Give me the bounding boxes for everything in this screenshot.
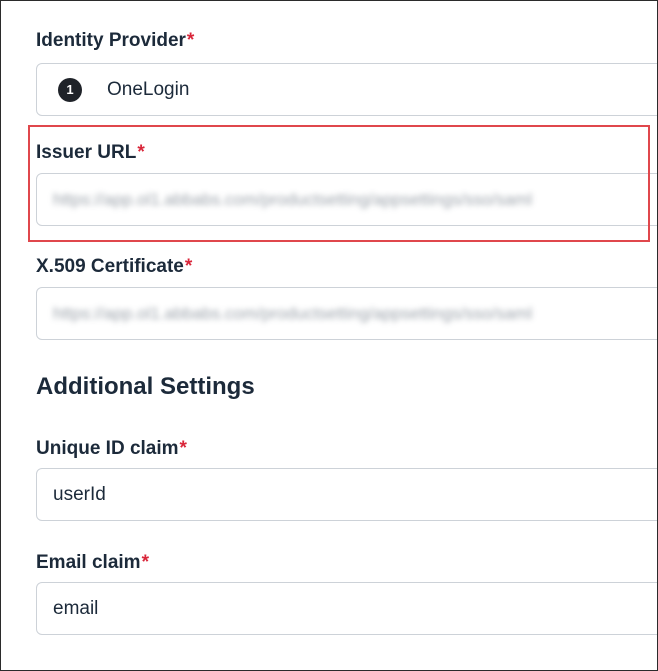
required-asterisk: * <box>137 142 145 163</box>
unique-id-claim-input[interactable]: userId <box>36 468 657 521</box>
email-claim-input[interactable]: email <box>36 582 657 635</box>
required-asterisk: * <box>186 30 195 51</box>
email-claim-value: email <box>53 598 99 619</box>
issuer-url-value: https://app.ol1.abbabs.com/productsettin… <box>53 190 533 209</box>
issuer-url-label: Issuer URL* <box>36 142 145 164</box>
identity-provider-select[interactable]: 1 OneLogin <box>36 63 657 116</box>
additional-settings-heading: Additional Settings <box>36 373 255 400</box>
required-asterisk: * <box>184 256 193 277</box>
unique-id-claim-label: Unique ID claim* <box>36 438 187 460</box>
identity-provider-value: OneLogin <box>107 79 190 100</box>
identity-provider-label: Identity Provider* <box>36 30 194 52</box>
onelogin-logo-icon: 1 <box>58 78 82 102</box>
x509-certificate-input[interactable]: https://app.ol1.abbabs.com/productsettin… <box>36 287 657 340</box>
unique-id-claim-value: userId <box>53 484 106 505</box>
email-claim-label-text: Email claim <box>36 552 141 573</box>
x509-certificate-label-text: X.509 Certificate <box>36 256 184 277</box>
issuer-url-label-text: Issuer URL <box>36 142 137 163</box>
unique-id-claim-label-text: Unique ID claim <box>36 438 179 459</box>
settings-panel: Identity Provider* 1 OneLogin Issuer URL… <box>0 0 658 671</box>
required-asterisk: * <box>179 438 187 459</box>
x509-certificate-value: https://app.ol1.abbabs.com/productsettin… <box>53 304 533 323</box>
x509-certificate-label: X.509 Certificate* <box>36 256 192 278</box>
issuer-url-input[interactable]: https://app.ol1.abbabs.com/productsettin… <box>36 173 657 226</box>
email-claim-label: Email claim* <box>36 552 149 574</box>
required-asterisk: * <box>141 552 149 573</box>
identity-provider-label-text: Identity Provider <box>36 30 186 51</box>
